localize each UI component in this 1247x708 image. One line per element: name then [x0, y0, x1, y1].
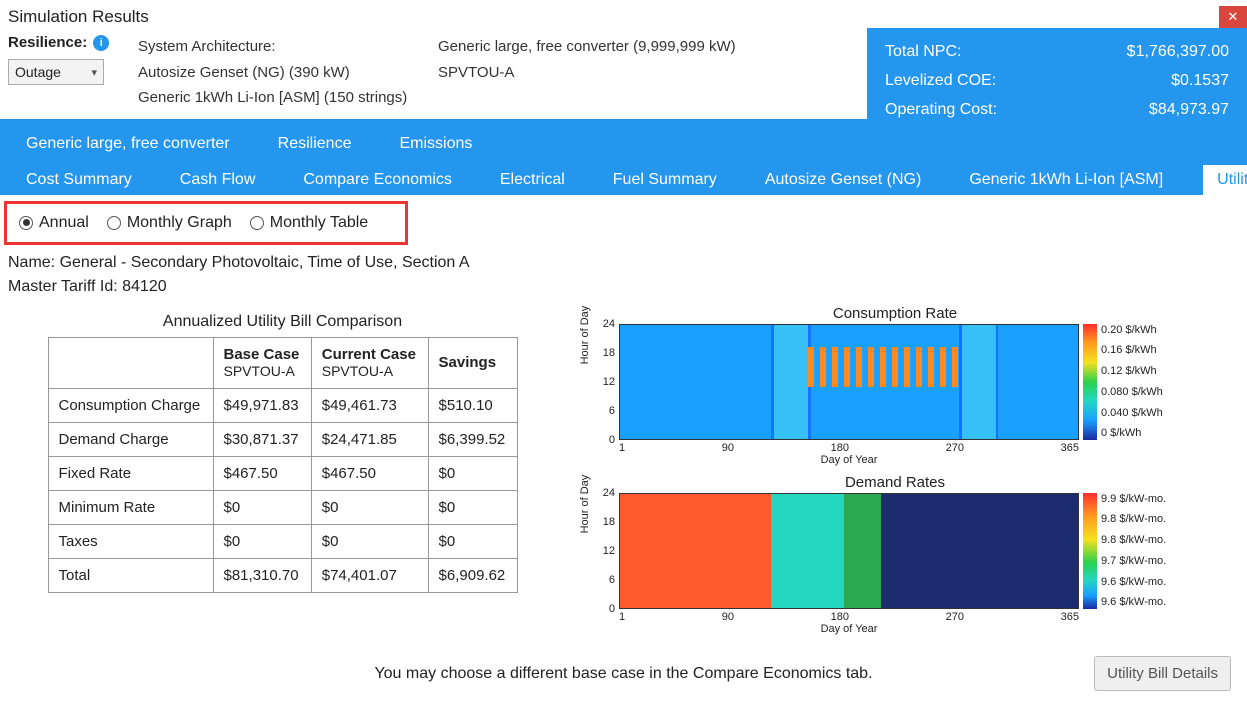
tab-cash-flow[interactable]: Cash Flow — [172, 165, 264, 195]
tab-resilience[interactable]: Resilience — [270, 129, 360, 159]
architecture-block: System Architecture: Generic large, free… — [138, 34, 858, 111]
close-icon: ✕ — [1228, 9, 1239, 25]
close-button[interactable]: ✕ — [1219, 6, 1247, 28]
radio-dot-icon — [107, 216, 121, 230]
tab-generic-1kwh-li-ion-asm-[interactable]: Generic 1kWh Li-Ion [ASM] — [961, 165, 1171, 195]
coe-value: $0.1537 — [1171, 67, 1229, 96]
radio-dot-icon — [250, 216, 264, 230]
table-row: Minimum Rate$0$0$0 — [48, 490, 517, 524]
table-title: Annualized Utility Bill Comparison — [10, 313, 555, 331]
tab-autosize-genset-ng-[interactable]: Autosize Genset (NG) — [757, 165, 930, 195]
tab-utility[interactable]: Utility — [1203, 165, 1247, 195]
tab-compare-economics[interactable]: Compare Economics — [295, 165, 460, 195]
table-row: Demand Charge$30,871.37$24,471.85$6,399.… — [48, 422, 517, 456]
legend: 9.9 $/kW-mo. 9.8 $/kW-mo. 9.8 $/kW-mo. 9… — [1079, 493, 1189, 609]
tab-generic-large-free-converter[interactable]: Generic large, free converter — [18, 129, 238, 159]
tab-emissions[interactable]: Emissions — [391, 129, 480, 159]
arch-line1b: SPVTOU-A — [438, 60, 858, 86]
arch-line0b: Generic large, free converter (9,999,999… — [438, 34, 858, 60]
bill-comparison-block: Annualized Utility Bill Comparison Base … — [10, 305, 555, 593]
tab-electrical[interactable]: Electrical — [492, 165, 573, 195]
radio-dot-icon — [19, 216, 33, 230]
arch-line2a: Generic 1kWh Li-Ion [ASM] (150 strings) — [138, 85, 438, 111]
outage-dropdown[interactable]: Outage — [8, 59, 104, 85]
tariff-id: Master Tariff Id: 84120 — [8, 275, 1239, 299]
footer: You may choose a different base case in … — [0, 643, 1247, 695]
y-axis: Hour of Day 24181260 — [585, 324, 619, 440]
tab-fuel-summary[interactable]: Fuel Summary — [605, 165, 725, 195]
op-value: $84,973.97 — [1149, 96, 1229, 125]
colorbar-icon — [1083, 324, 1097, 440]
utility-bill-details-button[interactable]: Utility Bill Details — [1094, 656, 1231, 691]
header-row: Resilience: i Outage System Architecture… — [0, 34, 1247, 111]
table-row: Taxes$0$0$0 — [48, 524, 517, 558]
info-icon[interactable]: i — [93, 35, 109, 51]
arch-line1a: Autosize Genset (NG) (390 kW) — [138, 60, 438, 86]
x-axis: 190180270365 — [585, 440, 1079, 454]
resilience-label: Resilience: — [8, 34, 87, 51]
footer-text: You may choose a different base case in … — [374, 665, 872, 683]
radio-annual[interactable]: Annual — [19, 214, 89, 232]
window-title: Simulation Results — [8, 7, 149, 27]
x-axis: 190180270365 — [585, 609, 1079, 623]
charts-block: Consumption Rate Hour of Day 24181260 — [585, 305, 1205, 643]
consumption-rate-chart: Consumption Rate Hour of Day 24181260 — [585, 305, 1205, 466]
coe-label: Levelized COE: — [885, 67, 996, 96]
tab-cost-summary[interactable]: Cost Summary — [18, 165, 140, 195]
radio-monthly-graph[interactable]: Monthly Graph — [107, 214, 232, 232]
y-axis: Hour of Day 24181260 — [585, 493, 619, 609]
table-row: Consumption Charge$49,971.83$49,461.73$5… — [48, 388, 517, 422]
tariff-info: Name: General - Secondary Photovoltaic, … — [0, 245, 1247, 305]
arch-heading: System Architecture: — [138, 34, 438, 60]
tariff-name: Name: General - Secondary Photovoltaic, … — [8, 251, 1239, 275]
heatmap-plot — [619, 493, 1079, 609]
demand-rates-chart: Demand Rates Hour of Day 24181260 — [585, 474, 1205, 635]
summary-box: Total NPC: $1,766,397.00 Levelized COE: $0… — [867, 28, 1247, 138]
table-row: Total$81,310.70$74,401.07$6,909.62 — [48, 558, 517, 592]
view-mode-radios: Annual Monthly Graph Monthly Table — [4, 201, 408, 245]
npc-value: $1,766,397.00 — [1127, 38, 1229, 67]
outage-value: Outage — [15, 64, 61, 80]
legend: 0.20 $/kWh 0.16 $/kWh 0.12 $/kWh 0.080 $… — [1079, 324, 1189, 440]
op-label: Operating Cost: — [885, 96, 997, 125]
radio-monthly-table[interactable]: Monthly Table — [250, 214, 368, 232]
heatmap-plot — [619, 324, 1079, 440]
resilience-block: Resilience: i Outage — [8, 34, 128, 85]
colorbar-icon — [1083, 493, 1097, 609]
npc-label: Total NPC: — [885, 38, 961, 67]
table-row: Fixed Rate$467.50$467.50$0 — [48, 456, 517, 490]
bill-comparison-table: Base CaseSPVTOU-A Current CaseSPVTOU-A S… — [48, 337, 518, 593]
table-header-row: Base CaseSPVTOU-A Current CaseSPVTOU-A S… — [48, 337, 517, 388]
